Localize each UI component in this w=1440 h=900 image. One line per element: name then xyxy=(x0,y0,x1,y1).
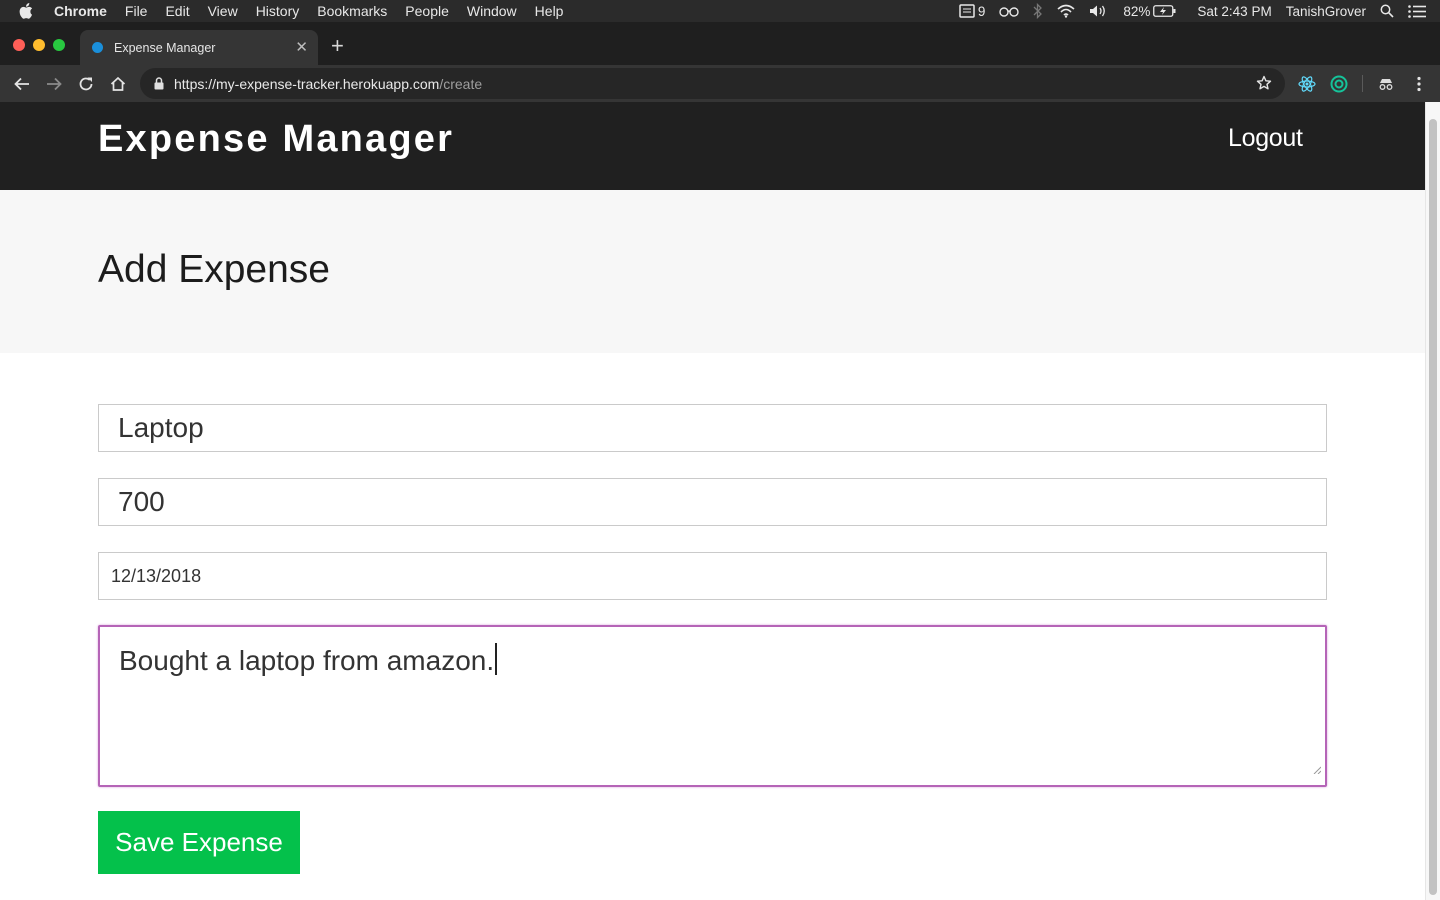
glasses-icon[interactable] xyxy=(999,5,1020,17)
battery-icon xyxy=(1153,5,1176,17)
browser-toolbar: https://my-expense-tracker.herokuapp.com… xyxy=(0,65,1440,102)
user-name[interactable]: TanishGrover xyxy=(1286,4,1366,19)
incognito-profile-icon[interactable] xyxy=(1376,74,1396,94)
save-expense-button[interactable]: Save Expense xyxy=(98,811,300,874)
new-tab-button[interactable]: + xyxy=(331,35,344,57)
macos-menu-bar: Chrome File Edit View History Bookmarks … xyxy=(0,0,1440,22)
logout-button[interactable]: Logout xyxy=(1228,124,1303,153)
apple-icon[interactable] xyxy=(19,3,39,19)
tab-title: Expense Manager xyxy=(114,40,216,55)
url-host: https://my-expense-tracker.herokuapp.com xyxy=(174,75,440,92)
grammarly-extension-icon[interactable] xyxy=(1329,74,1349,94)
wifi-icon[interactable] xyxy=(1057,4,1075,18)
menu-help[interactable]: Help xyxy=(535,3,564,19)
page-scrollbar[interactable] xyxy=(1425,102,1440,900)
tab-close-icon[interactable]: ✕ xyxy=(295,40,308,55)
description-input[interactable] xyxy=(98,404,1327,452)
menu-app-name[interactable]: Chrome xyxy=(54,3,107,19)
notes-status-icon[interactable]: 9 xyxy=(959,3,986,19)
menu-edit[interactable]: Edit xyxy=(165,3,189,19)
spotlight-search-icon[interactable] xyxy=(1380,4,1394,18)
menu-bookmarks[interactable]: Bookmarks xyxy=(317,3,387,19)
page-title: Add Expense xyxy=(98,248,331,291)
browser-tab[interactable]: Expense Manager ✕ xyxy=(80,30,318,65)
address-bar[interactable]: https://my-expense-tracker.herokuapp.com… xyxy=(140,68,1285,99)
volume-icon[interactable] xyxy=(1089,4,1109,18)
amount-input[interactable] xyxy=(98,478,1327,526)
bluetooth-icon[interactable] xyxy=(1033,3,1043,19)
app-brand[interactable]: Expense Manager xyxy=(98,118,454,161)
battery-percent: 82% xyxy=(1123,3,1151,19)
page-header: Add Expense xyxy=(0,190,1425,353)
window-zoom-button[interactable] xyxy=(53,39,65,51)
window-close-button[interactable] xyxy=(13,39,25,51)
favicon-icon xyxy=(92,42,103,53)
battery-status[interactable]: 82% xyxy=(1123,4,1177,19)
text-caret xyxy=(495,643,497,675)
menu-view[interactable]: View xyxy=(208,3,238,19)
back-button[interactable] xyxy=(11,73,33,95)
toolbar-divider xyxy=(1362,75,1363,92)
notification-center-icon[interactable] xyxy=(1408,4,1426,18)
notification-count: 9 xyxy=(977,3,986,19)
lock-icon[interactable] xyxy=(154,77,164,90)
note-text: Bought a laptop from amazon. xyxy=(119,645,495,676)
menu-file[interactable]: File xyxy=(125,3,148,19)
app-header: Expense Manager Logout xyxy=(0,102,1425,190)
menubar-status-area: 9 82% Sat 2:43 PM TanishGrover xyxy=(959,3,1440,19)
forward-button[interactable] xyxy=(43,73,65,95)
note-textarea[interactable]: Bought a laptop from amazon. xyxy=(98,625,1327,787)
url-path: /create xyxy=(439,75,483,92)
date-input[interactable] xyxy=(98,552,1327,600)
menu-people[interactable]: People xyxy=(405,3,449,19)
clock[interactable]: Sat 2:43 PM xyxy=(1197,4,1271,19)
reload-button[interactable] xyxy=(75,73,97,95)
resize-grip-icon[interactable] xyxy=(1313,749,1322,781)
react-devtools-icon[interactable] xyxy=(1297,74,1317,94)
scrollbar-thumb[interactable] xyxy=(1429,119,1437,895)
page-viewport: Expense Manager Logout Add Expense Bough… xyxy=(0,102,1440,900)
window-minimize-button[interactable] xyxy=(33,39,45,51)
bookmark-star-icon[interactable] xyxy=(1256,75,1272,91)
menu-history[interactable]: History xyxy=(256,3,300,19)
chrome-menu-icon[interactable] xyxy=(1409,74,1429,94)
home-button[interactable] xyxy=(107,73,129,95)
browser-tab-strip: Expense Manager ✕ + xyxy=(0,22,1440,65)
menu-window[interactable]: Window xyxy=(467,3,517,19)
